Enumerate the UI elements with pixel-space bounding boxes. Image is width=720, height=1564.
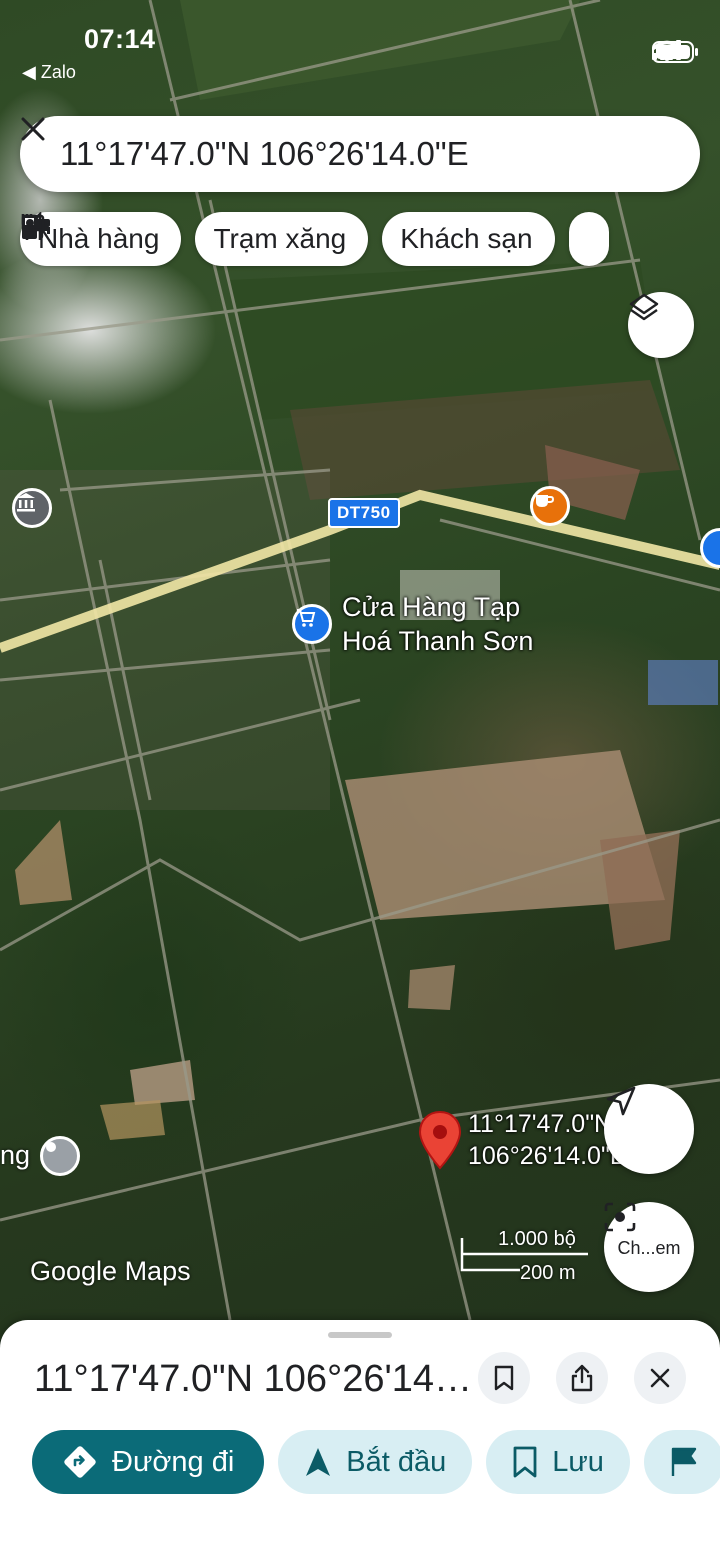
lens-button[interactable]: Ch...em <box>604 1202 694 1292</box>
more-actions-button[interactable] <box>643 1430 720 1494</box>
camera-lens-icon <box>604 1202 636 1232</box>
pin-latitude: 11°17'47.0"N <box>468 1110 613 1138</box>
google-maps-logo: Google Maps <box>30 1256 191 1286</box>
start-button[interactable]: Bắt đầu <box>278 1430 473 1494</box>
close-sheet-button[interactable] <box>634 1352 686 1404</box>
chip-gas-stations[interactable]: Trạm xăng <box>22 212 369 266</box>
lens-label: Ch...em <box>617 1237 681 1258</box>
chip-label: Khách sạn <box>400 223 533 254</box>
bookmark-icon <box>494 1365 514 1391</box>
start-label: Bắt đầu <box>346 1445 447 1478</box>
poi-shop-pin[interactable] <box>292 604 332 644</box>
share-icon <box>571 1364 593 1392</box>
back-arrow-icon: ◀ <box>22 62 36 82</box>
save-bookmark-button[interactable] <box>478 1352 530 1404</box>
coffee-icon <box>536 495 555 507</box>
chip-label: Nhà hàng <box>38 223 160 254</box>
place-bottom-sheet[interactable]: 11°17'47.0"N 106°26'14.0"E Đường đi Bắt … <box>0 1320 720 1564</box>
chip-hotels[interactable]: Khách sạn <box>22 212 555 266</box>
status-time: 07:14 <box>84 24 156 54</box>
museum-icon <box>17 493 35 512</box>
shopping-cart-icon <box>297 609 316 627</box>
poi-name-line1: Cửa Hàng Tạp <box>342 592 521 622</box>
poi-grey-pin[interactable] <box>40 1136 80 1176</box>
save-label: Lưu <box>552 1445 604 1478</box>
save-button[interactable]: Lưu <box>486 1430 630 1494</box>
clear-search-button[interactable] <box>21 117 670 174</box>
navigation-arrow-icon <box>606 1086 636 1116</box>
place-dot-icon <box>46 1142 56 1152</box>
poi-cafe-pin[interactable] <box>530 486 570 526</box>
back-app-label: Zalo <box>40 62 76 82</box>
sheet-drag-handle[interactable] <box>328 1332 392 1338</box>
action-buttons: Đường đi Bắt đầu Lưu <box>32 1430 720 1494</box>
scale-metric: 200 m <box>520 1262 576 1284</box>
chip-label: Trạm xăng <box>213 223 347 254</box>
poi-name-line2: Hoá Thanh Sơn <box>342 626 534 656</box>
dropped-pin-icon[interactable] <box>418 1110 462 1172</box>
more-category-icon <box>21 214 45 232</box>
poi-museum-pin[interactable] <box>12 488 52 528</box>
pin-longitude: 106°26'14.0"E <box>468 1142 627 1170</box>
directions-label: Đường đi <box>112 1445 235 1478</box>
search-query[interactable]: 11°17'47.0"N 106°26'14.0"E <box>60 135 630 173</box>
back-to-app-link[interactable]: ◀ Zalo <box>22 62 76 83</box>
scale-imperial: 1.000 bộ <box>498 1228 576 1250</box>
battery-icon <box>652 41 698 63</box>
partial-place-label: ng <box>0 1140 31 1170</box>
close-icon <box>650 1368 670 1388</box>
flag-icon <box>671 1447 697 1476</box>
layers-button[interactable] <box>628 292 694 358</box>
poi-shop-label[interactable]: Cửa Hàng Tạp Hoá Thanh Sơn <box>342 590 533 658</box>
pin-coordinates-label: 11°17'47.0"N 106°26'14.0"E <box>468 1108 627 1172</box>
search-bar[interactable]: 11°17'47.0"N 106°26'14.0"E <box>20 116 700 192</box>
chip-more[interactable] <box>21 212 609 266</box>
map-view[interactable]: 07:14 ◀ Zalo 11°17'47.0"N 106°26'14.0"E <box>0 0 720 1340</box>
close-icon <box>21 117 45 141</box>
layers-icon <box>629 293 659 321</box>
bookmark-icon <box>513 1446 537 1478</box>
category-chips: Nhà hàng Trạm xăng Khách sạn <box>20 212 609 266</box>
directions-icon <box>64 1446 96 1478</box>
place-title: 11°17'47.0"N 106°26'14.0"E <box>34 1358 474 1400</box>
navigation-start-icon <box>306 1448 331 1476</box>
road-shield: DT750 <box>328 498 400 528</box>
my-location-button[interactable] <box>604 1084 694 1174</box>
directions-button[interactable]: Đường đi <box>32 1430 265 1494</box>
share-button[interactable] <box>556 1352 608 1404</box>
